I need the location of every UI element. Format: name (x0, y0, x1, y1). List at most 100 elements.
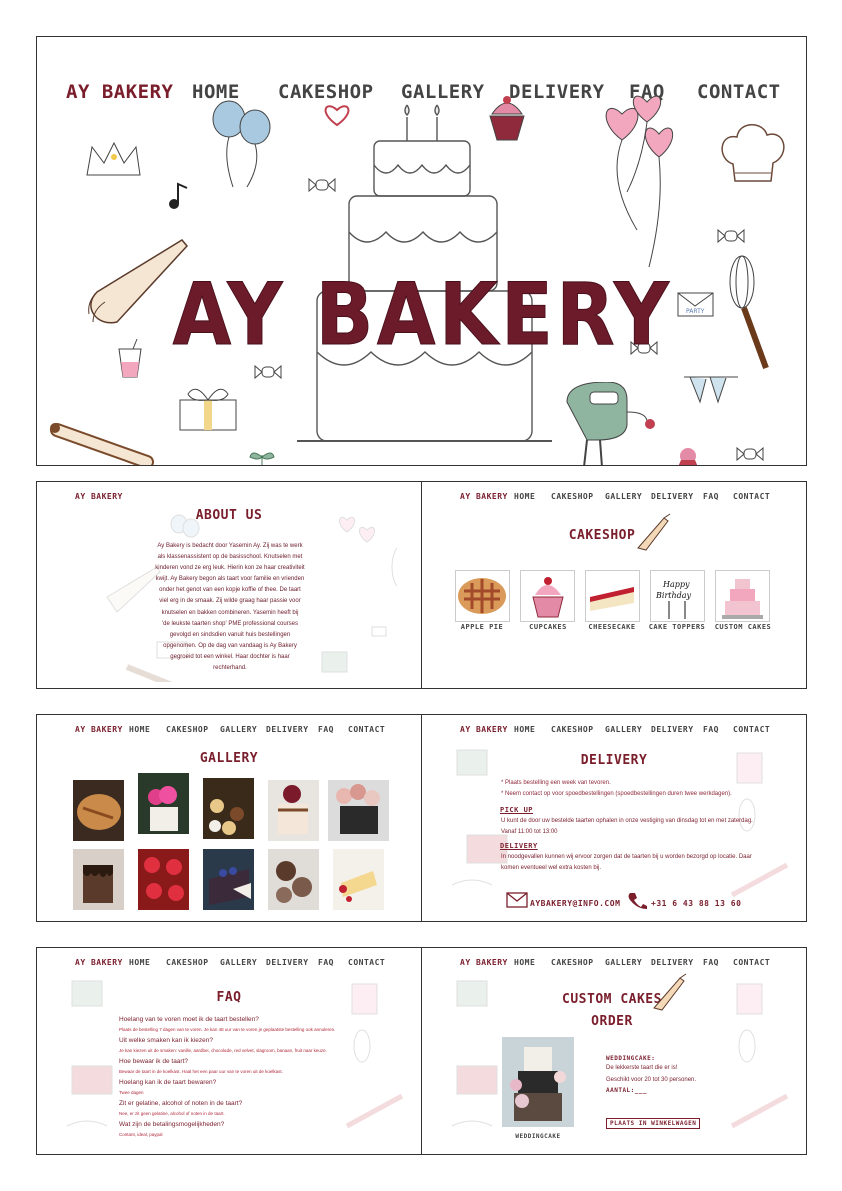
order-nav-faq[interactable]: FAQ (703, 958, 719, 967)
gallery-nav-cakeshop[interactable]: CAKESHOP (166, 725, 209, 734)
gallery-nav-faq[interactable]: FAQ (318, 725, 334, 734)
order-nav-contact[interactable]: CONTACT (733, 958, 770, 967)
product-cake-toppers-image[interactable]: Happy Birthday (650, 570, 705, 622)
pickup-text: U kunt de door uw bestelde taarten ophal… (501, 818, 753, 836)
gallery-nav-contact[interactable]: CONTACT (348, 725, 385, 734)
cakeshop-nav-delivery[interactable]: DELIVERY (651, 492, 694, 501)
cherry-dessert-icon (678, 448, 698, 465)
gallery-photo-flower-cake[interactable] (328, 780, 389, 841)
chef-hat-icon (721, 124, 785, 182)
faq-question[interactable]: Wat zijn de betalingsmogelijkheden? (119, 1119, 409, 1130)
gallery-photo-cupcakes[interactable] (203, 778, 254, 839)
order-brand-logo[interactable]: AY BAKERY (460, 958, 508, 967)
product-label-apple-pie[interactable]: APPLE PIE (449, 623, 515, 631)
cakeshop-nav-home[interactable]: HOME (514, 492, 535, 501)
gallery-nav-home[interactable]: HOME (129, 725, 150, 734)
product-title: WEDDINGCAKE: (606, 1055, 656, 1062)
product-label-cake-toppers[interactable]: CAKE TOPPERS (644, 623, 710, 631)
phone-icon (628, 893, 647, 909)
gallery-photo-chocolate-cupcakes[interactable] (268, 849, 319, 910)
cupcake-icon (489, 96, 525, 141)
faq-nav-gallery[interactable]: GALLERY (220, 958, 257, 967)
delivery-nav-delivery[interactable]: DELIVERY (651, 725, 694, 734)
order-heading-line2: ORDER (591, 1014, 633, 1029)
hand-mixer-icon (566, 382, 655, 465)
product-label-custom-cakes[interactable]: CUSTOM CAKES (710, 623, 776, 631)
gallery-photo-rose-cake[interactable] (138, 773, 189, 834)
faq-answer: Twee dagen (119, 1090, 144, 1095)
product-caption: WEDDINGCAKE (515, 1133, 561, 1140)
nav-brand-logo[interactable]: AY BAKERY (66, 81, 173, 103)
gallery-photo-pie[interactable] (73, 780, 124, 841)
contact-email[interactable]: AYBAKERY@INFO.COM (530, 899, 620, 908)
crown-icon (86, 141, 141, 176)
product-cheesecake-image[interactable] (585, 570, 640, 622)
delivery-nav-home[interactable]: HOME (514, 725, 535, 734)
faq-question[interactable]: Hoelang van te voren moet ik de taart be… (119, 1015, 409, 1025)
candy-icon (308, 177, 336, 193)
faq-question[interactable]: Zit er gelatine, alcohol of noten in de … (119, 1098, 409, 1109)
gallery-nav-delivery[interactable]: DELIVERY (266, 725, 309, 734)
gallery-photo-berry-cake[interactable] (268, 780, 319, 841)
faq-question[interactable]: Hoe bewaar ik de taart? (119, 1056, 409, 1067)
faq-nav-faq[interactable]: FAQ (318, 958, 334, 967)
faq-question[interactable]: Uit welke smaken kan ik kiezen? (119, 1035, 409, 1046)
cakeshop-nav-cakeshop[interactable]: CAKESHOP (551, 492, 594, 501)
gallery-brand-logo[interactable]: AY BAKERY (75, 725, 123, 734)
gallery-nav-gallery[interactable]: GALLERY (220, 725, 257, 734)
cakeshop-nav-contact[interactable]: CONTACT (733, 492, 770, 501)
quantity-field[interactable]: AANTAL:___ (606, 1087, 647, 1094)
gallery-photo-drip-cake[interactable] (73, 849, 124, 910)
contact-phone[interactable]: +31 6 43 88 13 60 (651, 899, 741, 908)
product-custom-cakes-image[interactable] (715, 570, 770, 622)
candy-icon-5 (736, 446, 764, 462)
cakeshop-nav-gallery[interactable]: GALLERY (605, 492, 642, 501)
faq-nav-cakeshop[interactable]: CAKESHOP (166, 958, 209, 967)
cakeshop-nav-faq[interactable]: FAQ (703, 492, 719, 501)
gallery-photo-cheesecake[interactable] (333, 849, 384, 910)
heart-balloons-icon (605, 95, 674, 268)
nav-contact[interactable]: CONTACT (697, 81, 781, 103)
heart-icon (324, 105, 350, 127)
product-apple-pie-image[interactable] (455, 570, 510, 622)
wedding-cake-photo[interactable] (502, 1037, 574, 1127)
delivery-brand-logo[interactable]: AY BAKERY (460, 725, 508, 734)
gallery-photo-red-roses[interactable] (138, 849, 189, 910)
delivery-text: In noodgevallen kunnen wij ervoor zorgen… (501, 854, 752, 872)
delivery-nav-gallery[interactable]: GALLERY (605, 725, 642, 734)
product-cupcakes-image[interactable] (520, 570, 575, 622)
faq-nav-home[interactable]: HOME (129, 958, 150, 967)
cakeshop-brand-logo[interactable]: AY BAKERY (460, 492, 508, 501)
product-label-cheesecake[interactable]: CHEESECAKE (579, 623, 645, 631)
custom-cake-icon (722, 579, 763, 619)
about-heading: ABOUT US (195, 508, 263, 523)
add-to-cart-button[interactable]: PLAATS IN WINKELWAGEN (606, 1118, 701, 1129)
faq-nav-contact[interactable]: CONTACT (348, 958, 385, 967)
order-nav-delivery[interactable]: DELIVERY (651, 958, 694, 967)
gallery-panel: AY BAKERY HOME CAKESHOP GALLERY DELIVERY… (36, 714, 422, 922)
delivery-nav-cakeshop[interactable]: CAKESHOP (551, 725, 594, 734)
order-nav-home[interactable]: HOME (514, 958, 535, 967)
email-icon (506, 892, 528, 908)
order-nav-gallery[interactable]: GALLERY (605, 958, 642, 967)
cheesecake-icon (590, 587, 634, 611)
about-panel: AY BAKERY ABOUT US Ay Bakery is bedacht … (36, 481, 422, 689)
faq-question[interactable]: Hoelang kan ik de taart bewaren? (119, 1077, 409, 1088)
faq-answer: Bewaar de taart in de koelkast. Haal het… (119, 1069, 283, 1074)
rolling-pin-icon (50, 423, 154, 465)
faq-brand-logo[interactable]: AY BAKERY (75, 958, 123, 967)
cupcake-product-icon (532, 577, 564, 618)
music-note-icon (169, 182, 188, 209)
leaf-icon (249, 452, 275, 465)
faq-answer: Nee, er zit geen gelatine, alcohol of no… (119, 1111, 225, 1116)
hero-panel: AY BAKERY HOME CAKESHOP GALLERY DELIVERY… (36, 36, 807, 466)
product-label-cupcakes[interactable]: CUPCAKES (515, 623, 581, 631)
order-nav-cakeshop[interactable]: CAKESHOP (551, 958, 594, 967)
delivery-subtitle: DELIVERY (500, 842, 538, 850)
faq-nav-delivery[interactable]: DELIVERY (266, 958, 309, 967)
delivery-nav-faq[interactable]: FAQ (703, 725, 719, 734)
delivery-nav-contact[interactable]: CONTACT (733, 725, 770, 734)
gallery-photo-blueberry-cake[interactable] (203, 849, 254, 910)
order-heading-line1: CUSTOM CAKES (562, 992, 662, 1007)
about-brand-logo[interactable]: AY BAKERY (75, 492, 123, 501)
